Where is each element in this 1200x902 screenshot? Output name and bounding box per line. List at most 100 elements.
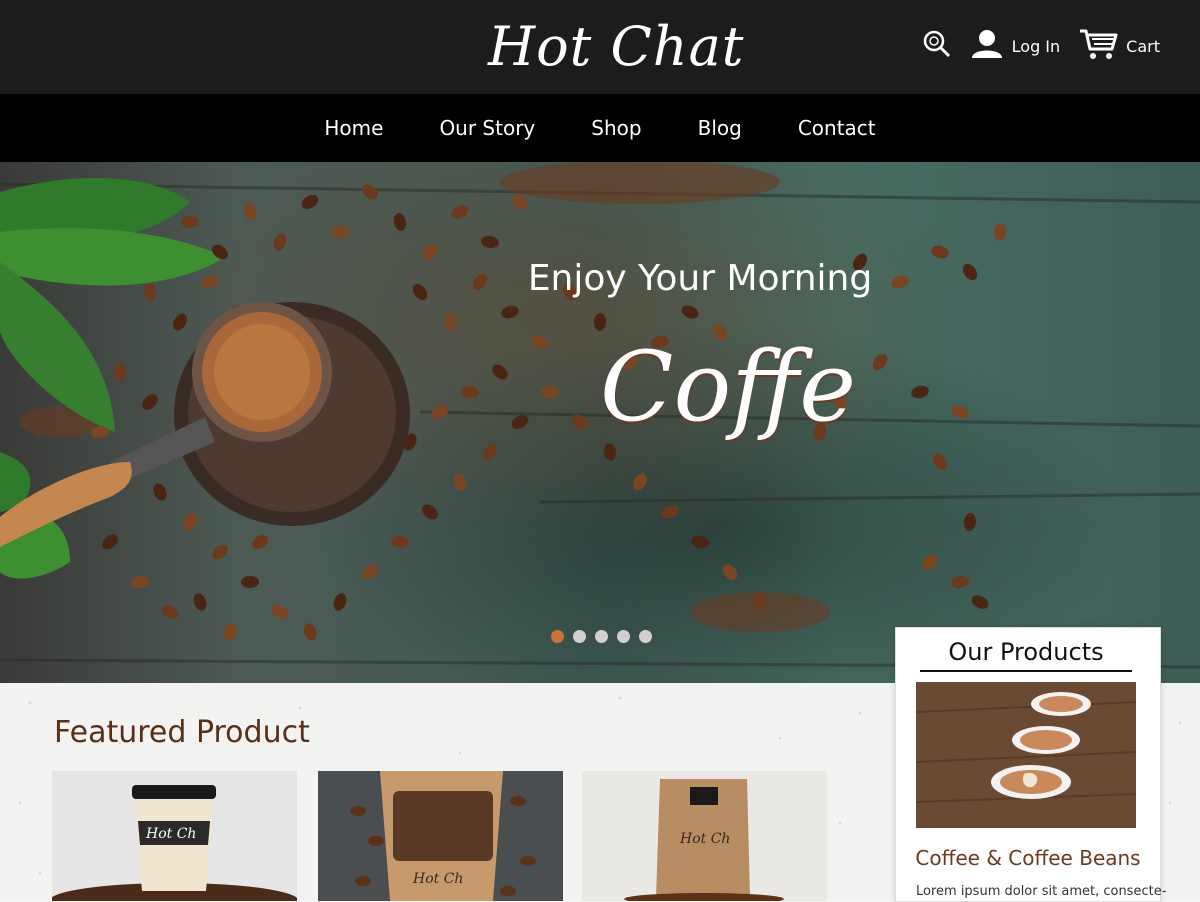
nav-list: Home Our Story Shop Blog Contact: [0, 94, 1200, 162]
latte-cups-image: [916, 682, 1136, 828]
coffee-bean: [722, 564, 738, 580]
carousel-dot[interactable]: [617, 630, 630, 643]
coffee-bean: [223, 623, 237, 641]
coffee-bean: [963, 513, 977, 531]
paper-bag-image: Hot Ch: [582, 771, 827, 901]
coffee-bean: [391, 535, 409, 549]
product-name[interactable]: Coffee & Coffee Beans: [910, 846, 1146, 870]
coffee-bean: [212, 544, 228, 560]
cart-icon: [1078, 27, 1118, 65]
coffee-bean: [301, 195, 319, 209]
svg-text:Hot Ch: Hot Ch: [679, 831, 730, 847]
coffee-bean: [633, 473, 647, 491]
coffee-bean: [161, 604, 179, 620]
coffee-bean: [201, 275, 219, 289]
coffee-bean: [143, 283, 157, 301]
coffee-bean: [113, 363, 127, 381]
coffee-bean: [431, 405, 449, 419]
coffee-bean: [102, 534, 118, 550]
coffee-bean: [173, 313, 187, 331]
coffee-bean: [271, 604, 289, 620]
featured-card-beans-bag[interactable]: Hot Ch: [318, 771, 563, 901]
our-products-panel: Our Products Coffee & Coffee Beans Lorem…: [895, 627, 1167, 902]
coffee-bean: [142, 394, 158, 410]
coffee-bean: [251, 534, 269, 550]
featured-card-cup[interactable]: Hot Ch: [52, 771, 297, 901]
coffee-bean: [241, 575, 259, 589]
header-actions: Log In Cart: [922, 26, 1160, 66]
coffee-bean: [333, 593, 347, 611]
coffee-bean: [951, 405, 969, 419]
search-icon: [922, 29, 952, 63]
cart-label: Cart: [1126, 36, 1160, 56]
coffee-bean: [891, 275, 909, 289]
hero-banner: Enjoy Your Morning Coffe: [0, 162, 1200, 683]
user-icon: [970, 28, 1004, 64]
carousel-dot[interactable]: [573, 630, 586, 643]
coffee-bean: [872, 354, 888, 370]
coffee-bean: [361, 564, 379, 580]
coffee-bean: [393, 213, 407, 231]
hero-headline: Enjoy Your Morning: [527, 258, 873, 299]
coffee-bean: [243, 203, 257, 221]
coffee-bean: [461, 385, 479, 399]
coffee-bean: [131, 575, 149, 589]
product-description: Lorem ipsum dolor sit amet, consecte-: [916, 884, 1167, 899]
login-button[interactable]: Log In: [970, 28, 1061, 64]
login-label: Log In: [1011, 36, 1061, 56]
search-button[interactable]: [922, 29, 952, 63]
coffee-bean: [453, 473, 467, 491]
coffee-bean: [922, 554, 938, 570]
nav-item-home[interactable]: Home: [324, 116, 383, 140]
coffee-bean: [492, 364, 508, 380]
coffee-bean: [153, 483, 167, 501]
coffee-bean: [183, 513, 197, 531]
featured-title: Featured Product: [54, 715, 310, 750]
brand-logo[interactable]: Hot Chat: [488, 12, 744, 82]
nav-item-our-story[interactable]: Our Story: [439, 116, 535, 140]
coffee-bean: [273, 233, 287, 251]
nav-item-contact[interactable]: Contact: [798, 116, 876, 140]
coffee-bean: [423, 243, 437, 261]
coffee-bean: [451, 205, 469, 219]
coffee-bean: [483, 443, 497, 461]
our-products-title: Our Products: [920, 638, 1132, 672]
main-nav: Home Our Story Shop Blog Contact: [0, 94, 1200, 162]
coffee-bean: [443, 313, 457, 331]
carousel-dot[interactable]: [639, 630, 652, 643]
coffee-bean: [951, 575, 969, 589]
coffee-bean: [661, 505, 679, 519]
cart-button[interactable]: Cart: [1078, 27, 1160, 65]
coffee-bean: [303, 623, 317, 641]
coffee-bean: [481, 235, 499, 249]
carousel-dot[interactable]: [595, 630, 608, 643]
coffee-bean: [412, 284, 428, 300]
beans-bag-image: Hot Ch: [318, 771, 563, 901]
coffee-bean: [933, 453, 947, 471]
coffee-bean: [422, 504, 438, 520]
featured-card-paper-bag[interactable]: Hot Ch: [582, 771, 827, 901]
brand-name: Hot Chat: [488, 15, 745, 78]
carousel-dots: [551, 630, 652, 643]
nav-item-shop[interactable]: Shop: [591, 116, 641, 140]
coffee-bean: [362, 184, 378, 200]
coffee-bean: [181, 216, 199, 228]
top-bar: Hot Chat Log In Cart: [0, 0, 1200, 94]
coffee-bean: [691, 535, 709, 549]
cup-image: Hot Ch: [52, 771, 297, 901]
product-image[interactable]: [916, 682, 1136, 828]
coffee-bean: [971, 595, 989, 609]
coffee-bean: [993, 223, 1007, 241]
coffee-bean: [962, 263, 978, 281]
carousel-dot[interactable]: [551, 630, 564, 643]
coffee-bean: [331, 225, 349, 239]
nav-item-blog[interactable]: Blog: [698, 116, 742, 140]
coffee-bean: [531, 335, 549, 349]
coffee-bean: [472, 273, 488, 291]
coffee-bean: [501, 305, 519, 319]
coffee-bean: [193, 593, 207, 611]
coffee-bean: [931, 245, 949, 259]
svg-text:Hot Ch: Hot Ch: [412, 871, 463, 887]
hero-script-word: Coffe: [600, 331, 857, 443]
svg-text:Hot Ch: Hot Ch: [145, 826, 196, 842]
